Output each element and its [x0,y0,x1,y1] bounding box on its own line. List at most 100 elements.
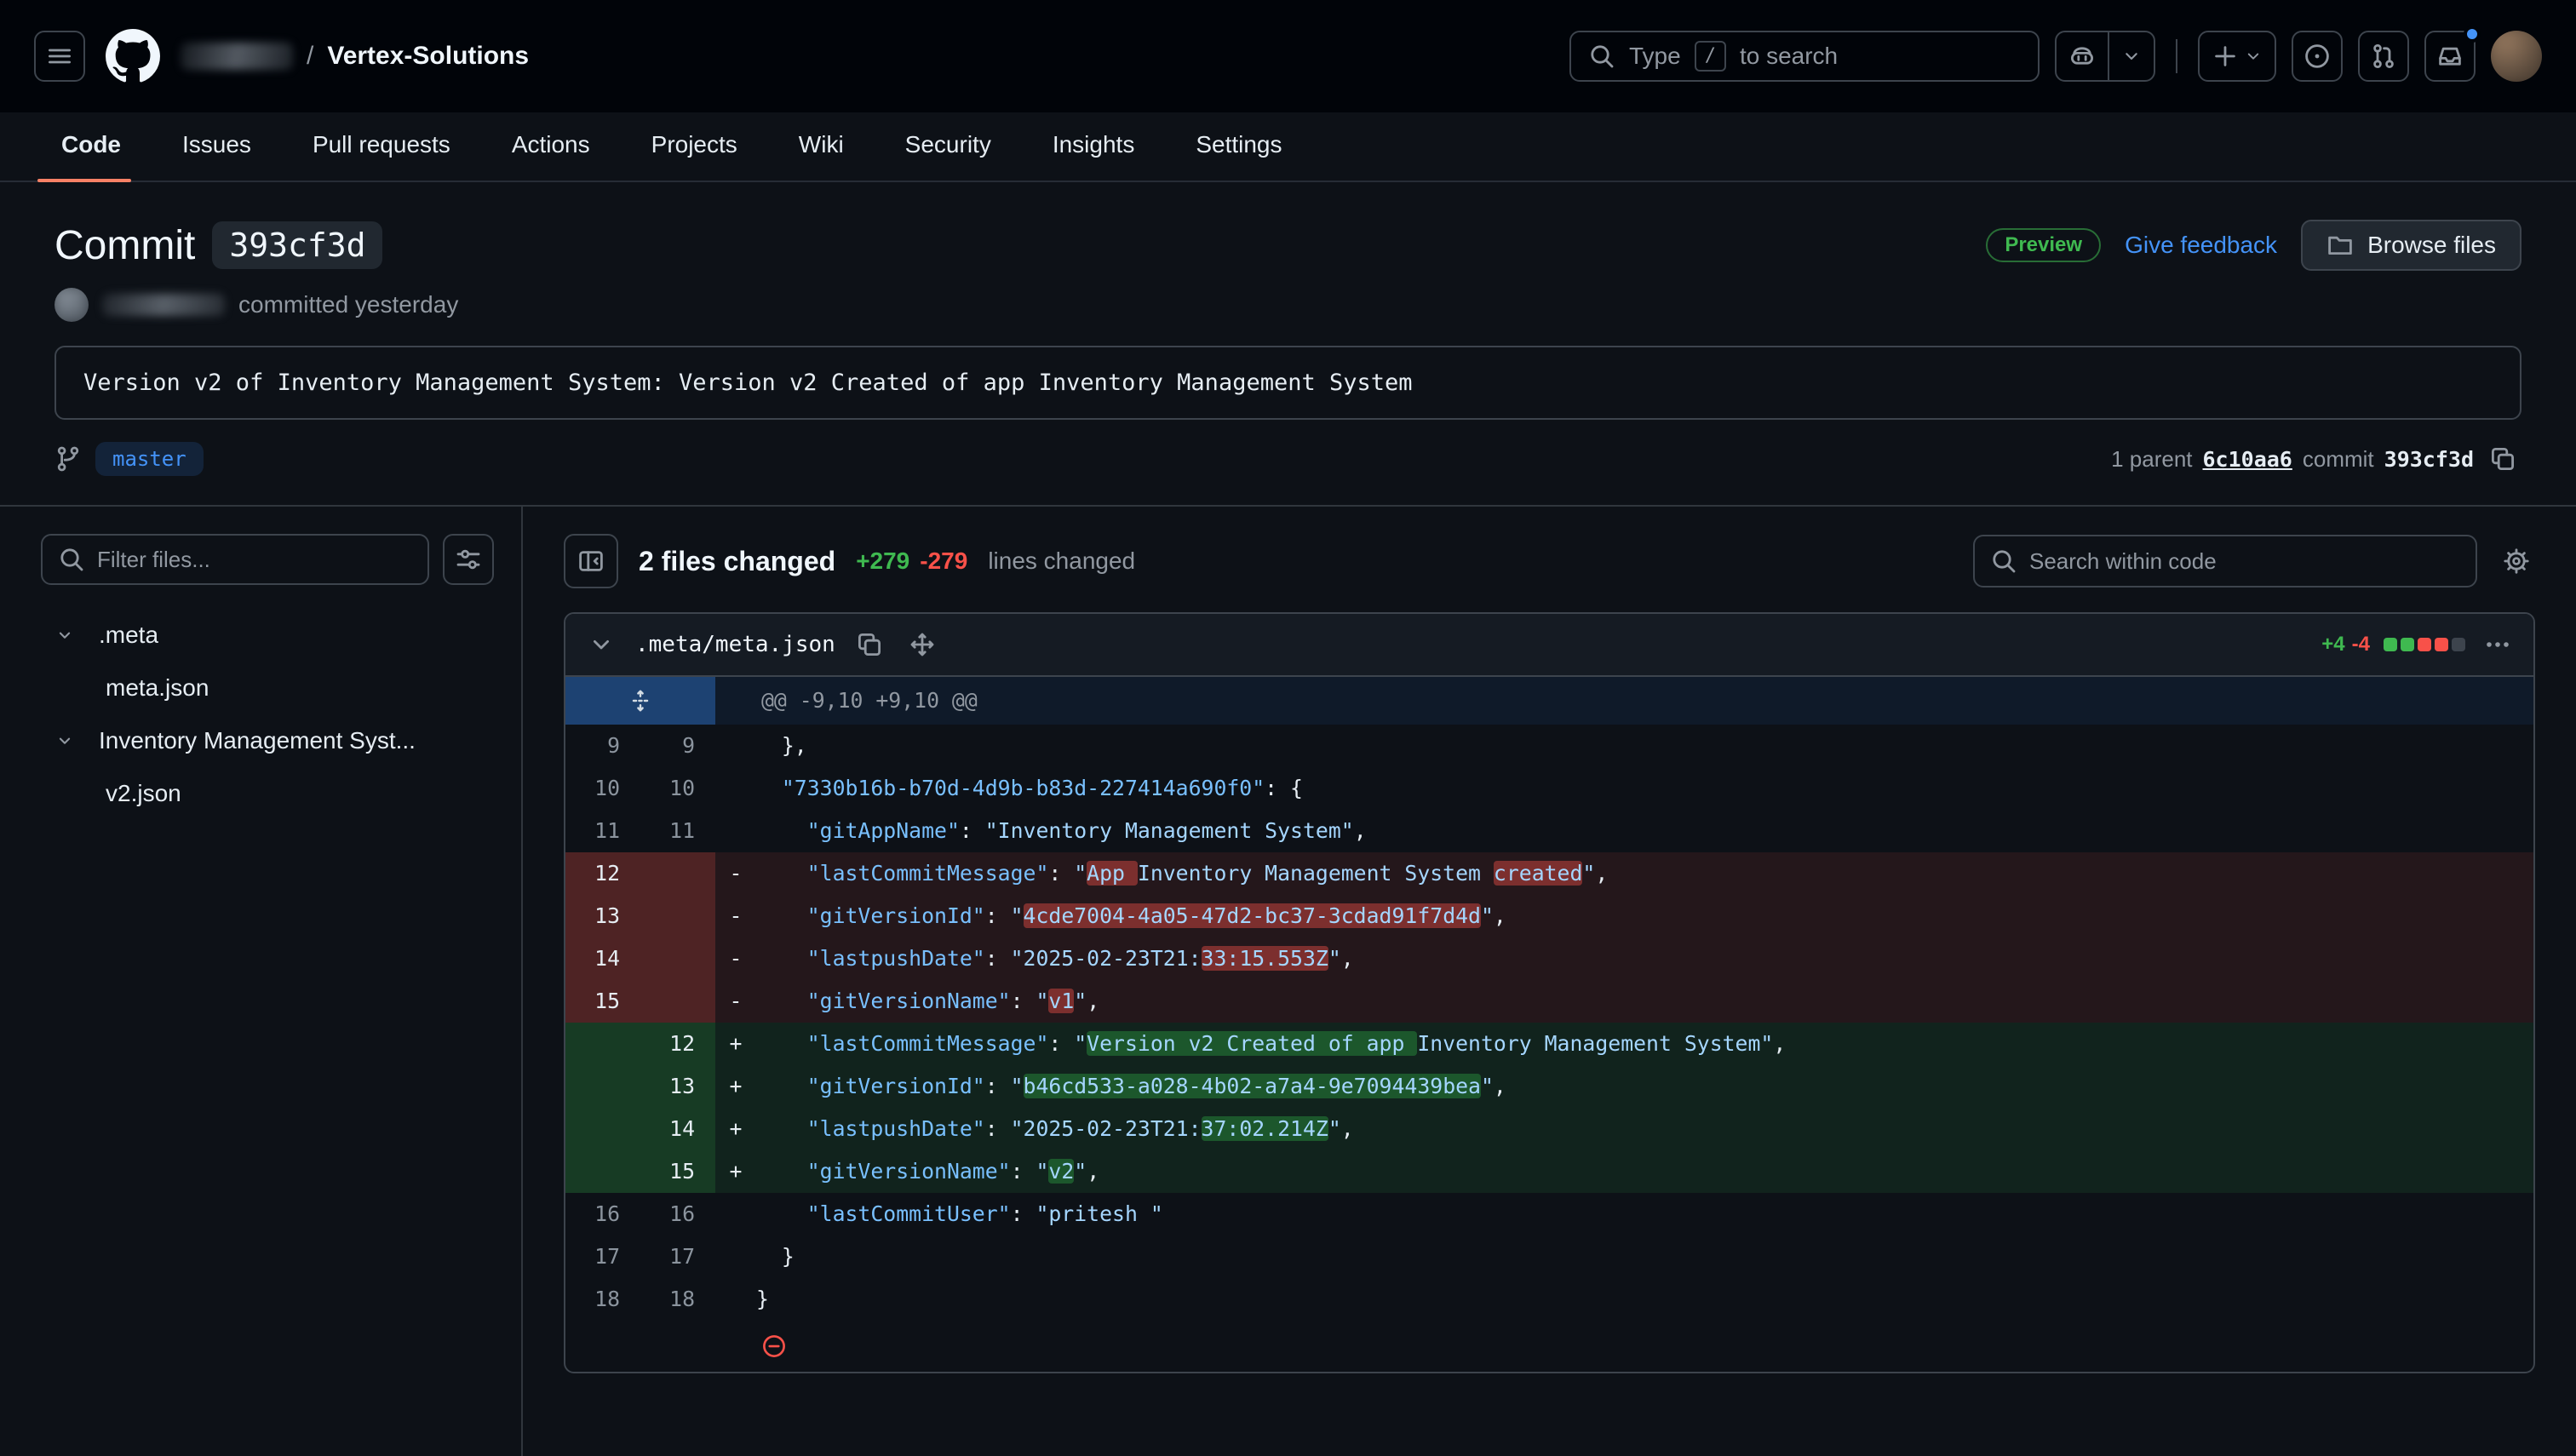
tab-wiki[interactable]: Wiki [761,112,868,181]
copilot-button[interactable] [2057,32,2109,80]
diff-line-del: 15- "gitVersionName": "v1", [565,980,2533,1023]
new-line-number[interactable] [640,980,715,1023]
breadcrumb: / Vertex-Solutions [181,42,529,71]
tree-folder-meta[interactable]: .meta [41,609,494,662]
tab-issues[interactable]: Issues [145,112,275,181]
new-line-number[interactable]: 11 [640,810,715,852]
new-line-number[interactable] [640,895,715,937]
diff-sign [715,1235,756,1278]
tree-file-v2-json[interactable]: v2.json [41,767,494,820]
hamburger-menu-button[interactable] [34,31,85,82]
filter-options-button[interactable] [443,534,494,585]
plus-icon [2212,43,2239,70]
new-line-number[interactable]: 17 [640,1235,715,1278]
create-new-button[interactable] [2198,31,2276,82]
tree-file-meta-json[interactable]: meta.json [41,662,494,714]
user-avatar[interactable] [2491,31,2542,82]
git-branch-icon [55,445,82,473]
copy-sha-button[interactable] [2484,440,2521,478]
top-header: / Vertex-Solutions Type / to search [0,0,2576,112]
new-line-number[interactable]: 9 [640,725,715,767]
code-line: "lastCommitMessage": "App Inventory Mana… [756,852,2533,895]
copilot-dropdown-button[interactable] [2109,32,2154,80]
tab-code[interactable]: Code [24,112,145,181]
git-pull-request-icon [2370,43,2397,70]
repo-name-link[interactable]: Vertex-Solutions [327,42,529,71]
old-line-number[interactable]: 12 [565,852,640,895]
diff-block-deleted [2435,638,2448,651]
code-search-input[interactable] [2029,548,2460,575]
search-icon [1588,43,1615,70]
username-redacted[interactable] [181,43,293,70]
old-line-number[interactable]: 16 [565,1193,640,1235]
branch-badge[interactable]: master [95,442,204,476]
tab-settings[interactable]: Settings [1158,112,1305,181]
diff-lines: @@ -9,10 +9,10 @@99 },1010 "7330b16b-b70… [565,677,2533,1372]
new-line-number[interactable]: 10 [640,767,715,810]
tree-folder-inventory-management-syst[interactable]: Inventory Management Syst... [41,714,494,767]
expand-hunk-button[interactable] [565,677,715,725]
drag-handle[interactable] [904,626,941,663]
old-line-number[interactable] [565,1150,640,1193]
diff-sign: + [715,1065,756,1108]
old-line-number[interactable]: 15 [565,980,640,1023]
old-line-number[interactable]: 17 [565,1235,640,1278]
old-line-number[interactable]: 11 [565,810,640,852]
new-line-number[interactable]: 12 [640,1023,715,1065]
give-feedback-link[interactable]: Give feedback [2125,232,2277,259]
old-line-number[interactable]: 13 [565,895,640,937]
old-line-number[interactable]: 10 [565,767,640,810]
new-line-number[interactable]: 13 [640,1065,715,1108]
diff-line-ctx: 1717 } [565,1235,2533,1278]
old-line-number[interactable] [565,1108,640,1150]
tab-projects[interactable]: Projects [614,112,761,181]
inbox-button[interactable] [2424,31,2476,82]
issues-icon-button[interactable] [2292,31,2343,82]
global-search-input[interactable]: Type / to search [1569,31,2040,82]
chevron-down-icon[interactable] [55,625,75,645]
file-filter-input[interactable] [97,547,412,573]
diff-sign [715,1193,756,1235]
diff-line-ctx: 1111 "gitAppName": "Inventory Management… [565,810,2533,852]
new-line-number[interactable]: 14 [640,1108,715,1150]
diff-line-ctx: 1616 "lastCommitUser": "pritesh " [565,1193,2533,1235]
tab-security[interactable]: Security [868,112,1015,181]
pull-requests-icon-button[interactable] [2358,31,2409,82]
old-line-number[interactable]: 18 [565,1278,640,1321]
author-avatar[interactable] [55,288,89,322]
tab-pull-requests[interactable]: Pull requests [275,112,474,181]
old-line-number[interactable] [565,1065,640,1108]
new-line-number[interactable]: 15 [640,1150,715,1193]
collapse-file-tree-button[interactable] [564,534,618,588]
chevron-down-icon[interactable] [55,731,75,751]
diff-block-added [2384,638,2397,651]
code-line: "gitVersionId": "4cde7004-4a05-47d2-bc37… [756,895,2533,937]
diff-settings-button[interactable] [2498,542,2535,580]
old-line-number[interactable]: 14 [565,937,640,980]
diff-area: 2 files changed +279 -279 lines changed … [523,507,2576,1456]
diff-line-add: 12+ "lastCommitMessage": "Version v2 Cre… [565,1023,2533,1065]
new-line-number[interactable] [640,852,715,895]
file-path[interactable]: .meta/meta.json [635,632,835,657]
tab-actions[interactable]: Actions [474,112,614,181]
chevron-down-icon [2244,47,2263,66]
browse-files-button[interactable]: Browse files [2301,220,2521,271]
preview-badge[interactable]: Preview [1986,228,2101,262]
diff-sign: + [715,1023,756,1065]
author-name-redacted[interactable] [102,294,225,316]
new-line-number[interactable]: 18 [640,1278,715,1321]
old-line-number[interactable]: 9 [565,725,640,767]
file-options-button[interactable] [2479,626,2516,663]
collapse-diff-button[interactable] [582,626,620,663]
new-line-number[interactable]: 16 [640,1193,715,1235]
old-line-number[interactable] [565,1023,640,1065]
code-search-box [1973,535,2477,588]
new-line-number[interactable] [640,937,715,980]
github-logo-icon[interactable] [106,29,160,83]
parent-sha-link[interactable]: 6c10aa6 [2203,447,2292,472]
diff-sign [715,1278,756,1321]
files-changed-summary: 2 files changed [639,546,835,577]
code-line: "gitVersionId": "b46cd533-a028-4b02-a7a4… [756,1065,2533,1108]
tab-insights[interactable]: Insights [1015,112,1159,181]
copy-path-button[interactable] [851,626,888,663]
